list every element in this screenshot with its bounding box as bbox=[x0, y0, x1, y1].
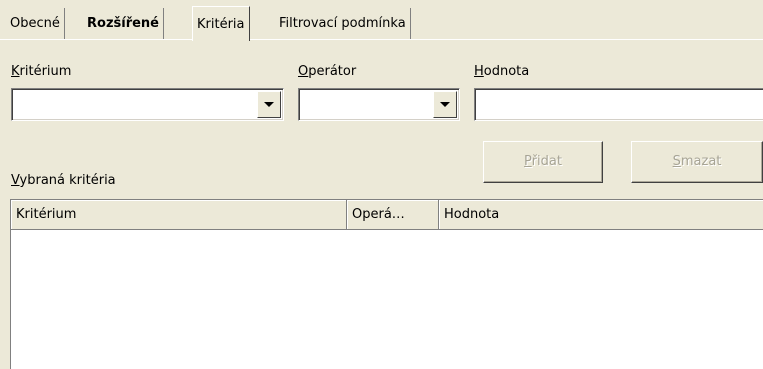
column-header-value[interactable]: Hodnota bbox=[439, 200, 763, 230]
add-button[interactable]: Přidat bbox=[483, 141, 603, 183]
tab-general[interactable]: Obecné bbox=[6, 8, 65, 39]
chevron-down-icon bbox=[440, 102, 450, 107]
operator-combobox[interactable] bbox=[298, 88, 460, 121]
value-label: Hodnota bbox=[474, 64, 530, 79]
list-header: Kritérium Operá… Hodnota bbox=[11, 200, 763, 230]
tab-advanced[interactable]: Rozšířené bbox=[83, 8, 165, 39]
operator-label: Operátor bbox=[298, 64, 357, 79]
tab-filter-condition[interactable]: Filtrovací podmínka bbox=[275, 8, 411, 39]
column-header-operator[interactable]: Operá… bbox=[347, 200, 439, 230]
criterion-label: Kritérium bbox=[11, 64, 72, 79]
chevron-down-icon bbox=[264, 102, 274, 107]
operator-dropdown-button[interactable] bbox=[433, 91, 457, 118]
tab-divider bbox=[0, 39, 763, 40]
value-input[interactable] bbox=[474, 88, 763, 121]
delete-button[interactable]: Smazat bbox=[631, 141, 763, 183]
selected-criteria-label: Vybraná kritéria bbox=[11, 173, 116, 188]
criterion-combobox[interactable] bbox=[11, 88, 284, 121]
selected-criteria-list[interactable]: Kritérium Operá… Hodnota bbox=[10, 199, 763, 369]
tab-strip: Obecné Rozšířené Kritéria Filtrovací pod… bbox=[0, 0, 763, 41]
criterion-dropdown-button[interactable] bbox=[257, 91, 281, 118]
tab-criteria[interactable]: Kritéria bbox=[192, 6, 250, 41]
column-header-criterion[interactable]: Kritérium bbox=[11, 200, 347, 230]
